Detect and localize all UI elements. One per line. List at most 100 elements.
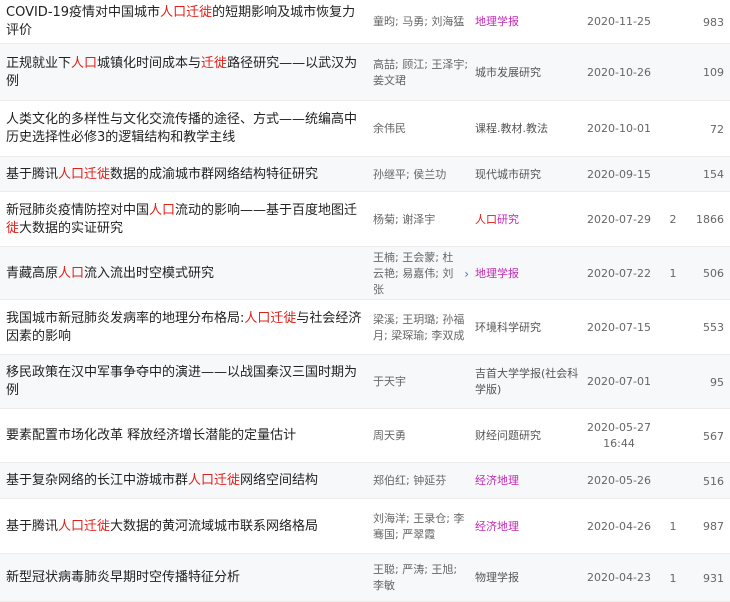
download-count[interactable]: 1866 — [696, 213, 724, 226]
source-link[interactable]: 城市发展研究 — [475, 65, 541, 81]
result-title-link[interactable]: 移民政策在汉中军事争夺中的演进——以战国秦汉三国时期为例 — [6, 364, 366, 400]
title-text: 流动的影响——基于百度地图迁 — [175, 202, 358, 218]
download-count[interactable]: 154 — [703, 168, 724, 181]
source-link[interactable]: 地理学报 — [475, 14, 519, 30]
source-cell: 环境科学研究 — [475, 300, 579, 355]
source-link[interactable]: 财经问题研究 — [475, 428, 541, 444]
source-cell: 地理学报 — [475, 247, 579, 300]
result-title-link[interactable]: 我国城市新冠肺炎发病率的地理分布格局:人口迁徙与社会经济因素的影响 — [6, 310, 366, 346]
citation-count-cell — [660, 409, 686, 463]
citation-count[interactable]: 2 — [670, 213, 677, 226]
download-count[interactable]: 567 — [703, 430, 724, 443]
source-link[interactable]: 经济地理 — [475, 473, 519, 489]
title-highlight: 人口 — [58, 265, 85, 281]
authors-text[interactable]: 余伟民 — [373, 121, 406, 137]
source-link[interactable]: 环境科学研究 — [475, 320, 541, 336]
publish-date: 2020-09-15 — [587, 167, 651, 181]
result-title-link[interactable]: 基于复杂网络的长江中游城市群人口迁徙网络空间结构 — [6, 472, 318, 490]
citation-count[interactable]: 1 — [670, 267, 677, 280]
source-link[interactable]: 现代城市研究 — [475, 167, 541, 183]
authors-text[interactable]: 于天宇 — [373, 374, 406, 390]
citation-count-cell — [660, 300, 686, 355]
authors-text[interactable]: 高喆; 顾江; 王泽宇; 姜文珺 — [373, 57, 469, 89]
citation-count[interactable]: 1 — [670, 520, 677, 533]
download-count[interactable]: 95 — [710, 376, 724, 389]
source-link[interactable]: 人口研究 — [475, 212, 519, 228]
download-count[interactable]: 506 — [703, 267, 724, 280]
title-text: 人类文化的多样性与文化交流传播的途径、方式——统编高中历史选择性必修3的逻辑结构… — [6, 112, 358, 145]
table-row: 移民政策在汉中军事争夺中的演进——以战国秦汉三国时期为例 于天宇 吉首大学学报(社会… — [0, 355, 730, 409]
source-link[interactable]: 课程.教材.教法 — [475, 121, 548, 137]
authors-cell: 杨菊; 谢泽宇 — [373, 192, 469, 247]
citation-count-cell: 1 — [660, 554, 686, 602]
result-title-link[interactable]: 基于腾讯人口迁徙数据的成渝城市群网络结构特征研究 — [6, 166, 318, 184]
authors-text[interactable]: 孙继平; 侯兰功 — [373, 167, 446, 183]
download-count[interactable]: 987 — [703, 520, 724, 533]
authors-text[interactable]: 童昀; 马勇; 刘海猛 — [373, 14, 464, 30]
title-highlight: 迁徙 — [201, 55, 228, 71]
download-count[interactable]: 983 — [703, 16, 724, 29]
table-row: 人类文化的多样性与文化交流传播的途径、方式——统编高中历史选择性必修3的逻辑结构… — [0, 101, 730, 157]
download-count-cell: 1866 — [686, 192, 724, 247]
result-title-link[interactable]: 人类文化的多样性与文化交流传播的途径、方式——统编高中历史选择性必修3的逻辑结构… — [6, 111, 366, 147]
source-text: 现代城市研究 — [475, 167, 541, 181]
title-highlight: 人口迁徙 — [160, 5, 213, 20]
source-link[interactable]: 吉首大学学报(社会科学版) — [475, 366, 579, 398]
result-title-cell: 基于腾讯人口迁徙数据的成渝城市群网络结构特征研究 — [6, 157, 366, 192]
title-text: 移民政策在汉中军事争夺中的演进——以战国秦汉三国时期为例 — [6, 365, 358, 398]
authors-text[interactable]: 刘海洋; 王录仓; 李骞国; 严翠霞 — [373, 511, 469, 543]
authors-text[interactable]: 郑伯红; 钟延芬 — [373, 473, 446, 489]
publish-date: 2020-07-01 — [587, 375, 651, 388]
source-link[interactable]: 地理学报 — [475, 266, 519, 282]
publish-date-cell: 2020-09-15 — [583, 157, 655, 192]
download-count[interactable]: 516 — [703, 475, 724, 488]
citation-count[interactable]: 1 — [670, 572, 677, 585]
publish-date: 2020-07-15 — [587, 320, 651, 334]
result-title-link[interactable]: 青藏高原人口流入流出时空模式研究 — [6, 265, 214, 283]
title-text: 要素配置市场化改革 释放经济增长潜能的定量估计 — [6, 428, 297, 443]
source-cell: 现代城市研究 — [475, 157, 579, 192]
result-title-link[interactable]: 基于腾讯人口迁徙大数据的黄河流域城市联系网络格局 — [6, 518, 318, 536]
download-count-cell: 516 — [686, 463, 724, 499]
authors-text[interactable]: 王聪; 严涛; 王旭; 李敏 — [373, 562, 469, 594]
download-count[interactable]: 553 — [703, 321, 724, 334]
source-cell: 课程.教材.教法 — [475, 101, 579, 157]
authors-cell: 刘海洋; 王录仓; 李骞国; 严翠霞 — [373, 499, 469, 554]
title-highlight: 人口 — [71, 55, 98, 71]
table-row: 正规就业下人口城镇化时间成本与迁徙路径研究——以武汉为例 高喆; 顾江; 王泽宇;… — [0, 44, 730, 101]
title-highlight: 人口迁徙 — [58, 166, 111, 182]
table-row: 新型冠状病毒肺炎早期时空传播特征分析 王聪; 严涛; 王旭; 李敏 物理学报 2020… — [0, 554, 730, 602]
result-title-link[interactable]: 新型冠状病毒肺炎早期时空传播特征分析 — [6, 569, 240, 587]
publish-date-cell: 2020-07-29 — [583, 192, 655, 247]
publish-date: 2020-07-29 — [587, 212, 651, 226]
download-count[interactable]: 109 — [703, 66, 724, 79]
publish-date: 2020-04-26 — [587, 519, 651, 533]
result-title-link[interactable]: 要素配置市场化改革 释放经济增长潜能的定量估计 — [6, 427, 296, 445]
title-text: 大数据的黄河流域城市联系网络格局 — [110, 518, 319, 534]
result-title-link[interactable]: 正规就业下人口城镇化时间成本与迁徙路径研究——以武汉为例 — [6, 55, 366, 91]
authors-text[interactable]: 周天勇 — [373, 428, 406, 444]
download-count[interactable]: 72 — [710, 123, 724, 136]
citation-count-cell — [660, 0, 686, 44]
download-count[interactable]: 931 — [703, 572, 724, 585]
authors-text[interactable]: 杨菊; 谢泽宇 — [373, 212, 435, 228]
source-cell: 物理学报 — [475, 554, 579, 602]
result-title-link[interactable]: COVID-19疫情对中国城市人口迁徙的短期影响及城市恢复力评价 — [6, 4, 366, 40]
title-highlight: 人口迁徙 — [244, 310, 297, 326]
publish-date: 2020-07-22 — [587, 266, 651, 280]
authors-text[interactable]: 王楠; 王会蒙; 杜云艳; 易嘉伟; 刘张 — [373, 250, 462, 298]
result-title-cell: 人类文化的多样性与文化交流传播的途径、方式——统编高中历史选择性必修3的逻辑结构… — [6, 101, 366, 157]
publish-date-cell: 2020-05-27 16:44 — [583, 409, 655, 463]
publish-date: 2020-05-26 — [587, 474, 651, 487]
publish-date-cell: 2020-07-15 — [583, 300, 655, 355]
chevron-right-icon[interactable]: › — [464, 266, 469, 282]
publish-date-cell: 2020-11-25 — [583, 0, 655, 44]
title-text: 基于复杂网络的长江中游城市群 — [6, 473, 189, 488]
result-title-cell: 基于腾讯人口迁徙大数据的黄河流域城市联系网络格局 — [6, 499, 366, 554]
source-link[interactable]: 物理学报 — [475, 570, 519, 586]
authors-text[interactable]: 梁溪; 王玥璐; 孙福月; 梁琛瑜; 李双成 — [373, 312, 469, 344]
publish-date: 2020-11-25 — [587, 15, 651, 28]
title-text: 流入流出时空模式研究 — [84, 265, 215, 281]
result-title-link[interactable]: 新冠肺炎疫情防控对中国人口流动的影响——基于百度地图迁徙大数据的实证研究 — [6, 202, 366, 238]
source-link[interactable]: 经济地理 — [475, 519, 519, 535]
